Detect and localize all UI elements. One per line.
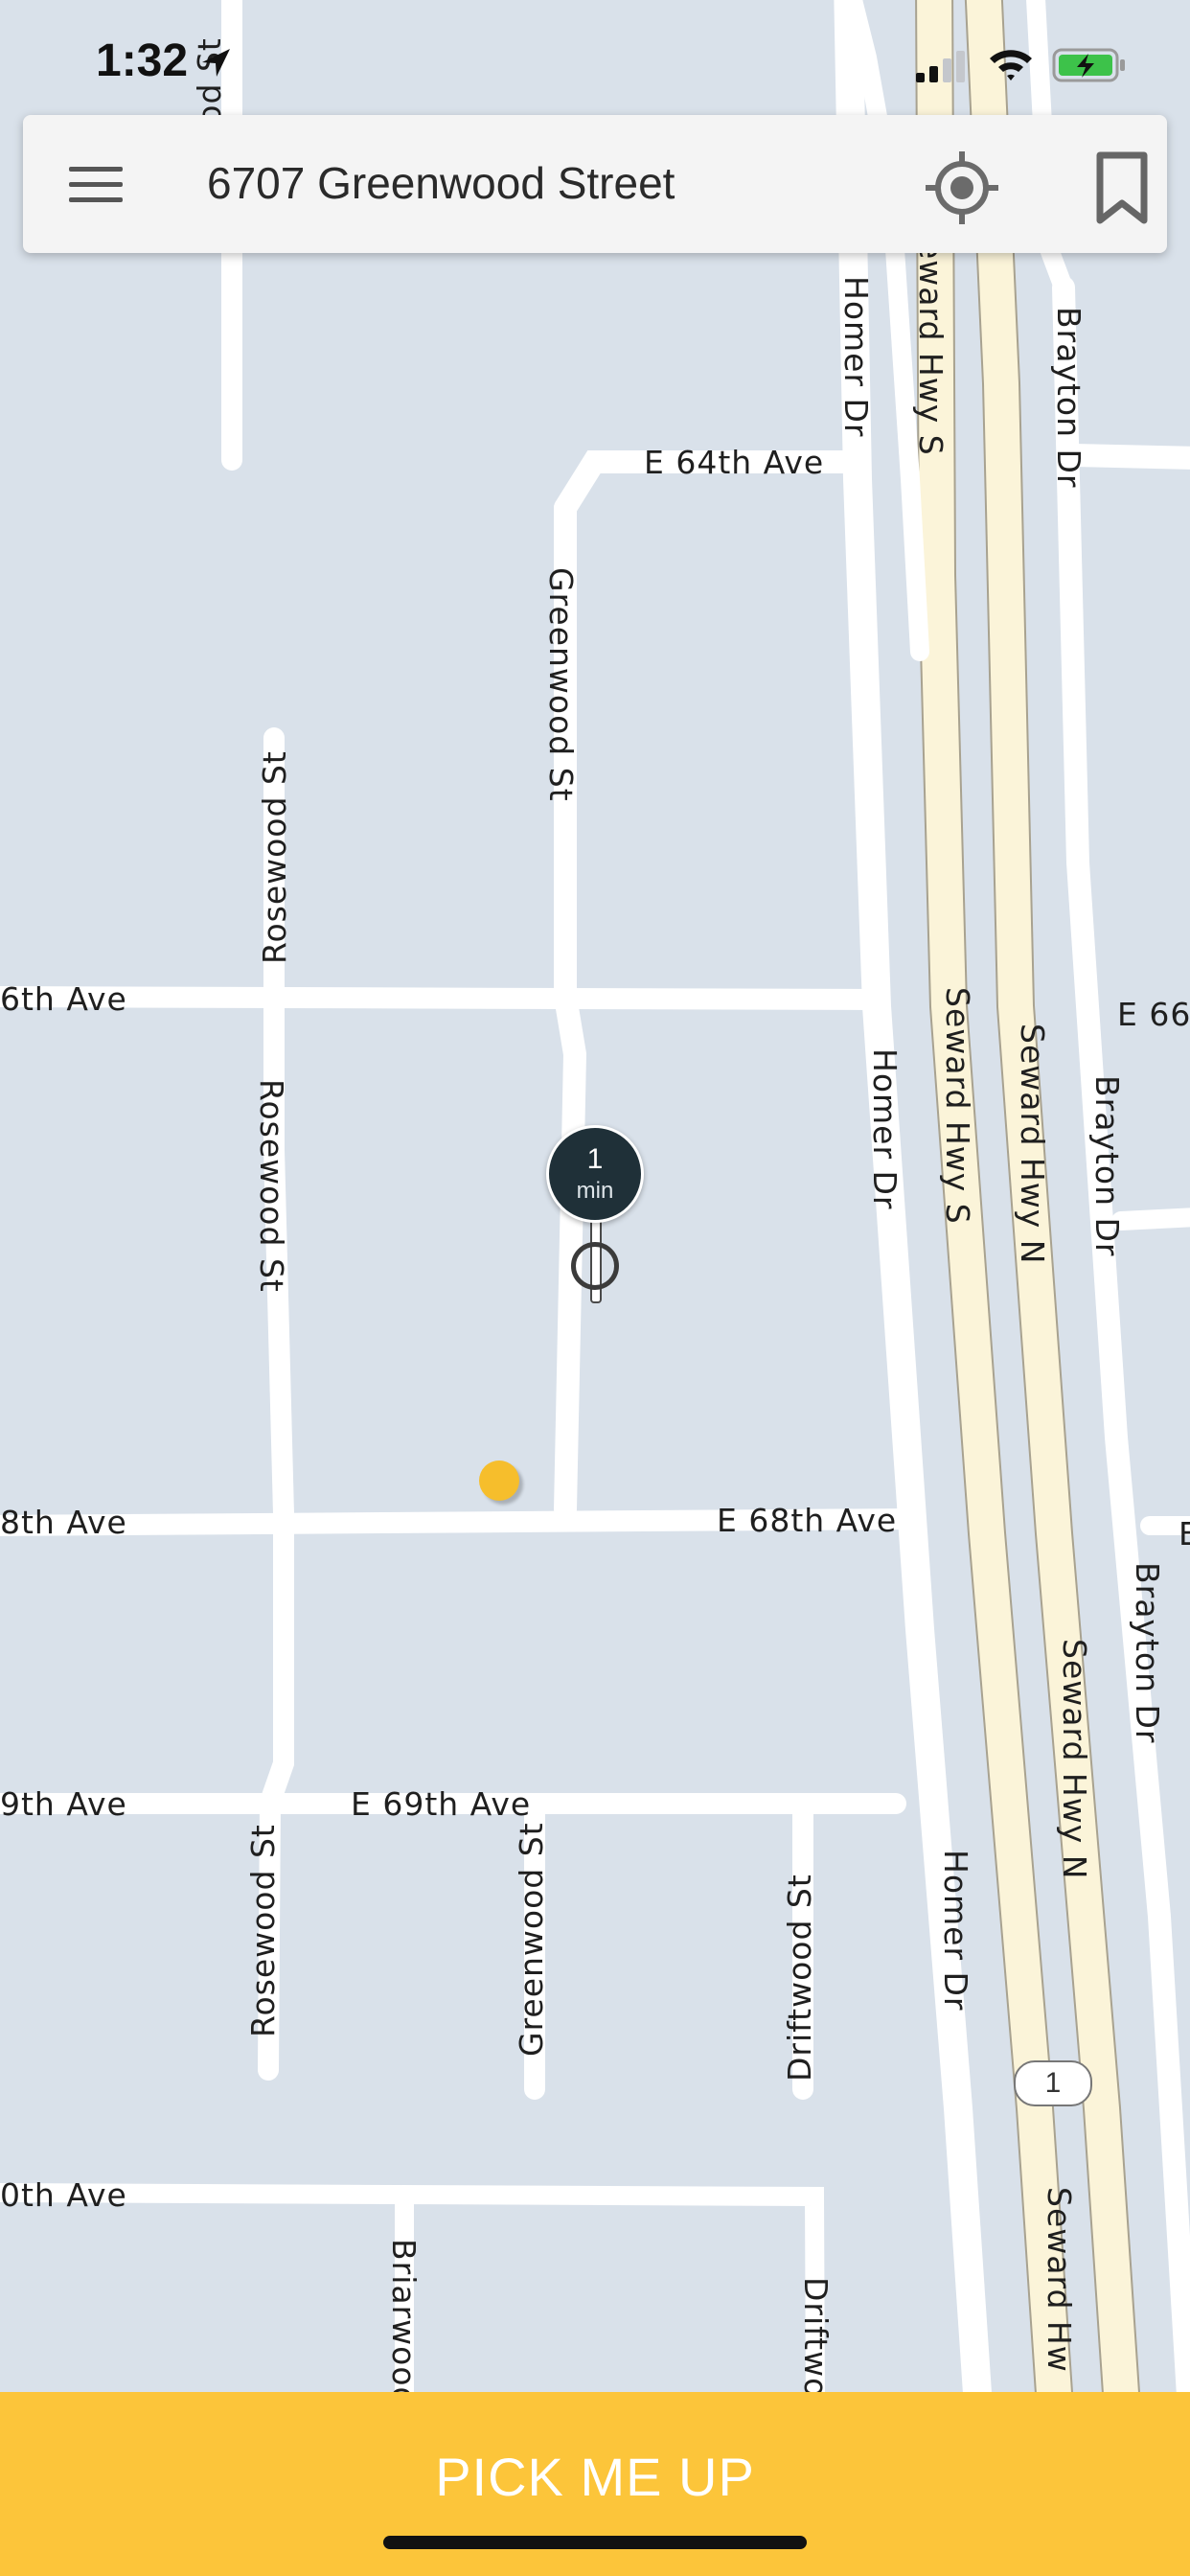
street-label: Brayton Dr bbox=[1129, 1562, 1166, 1743]
street-label: Brayton Dr bbox=[1088, 1075, 1126, 1256]
street-label: Seward Hwy S bbox=[912, 218, 950, 456]
street-label: 6th Ave bbox=[0, 980, 127, 1018]
street-label: Greenwood St bbox=[513, 1822, 550, 2057]
pickup-location-ring bbox=[571, 1242, 619, 1290]
address-bar[interactable]: 6707 Greenwood Street bbox=[23, 115, 1167, 253]
cellular-signal-icon bbox=[916, 51, 965, 82]
pick-me-up-label: PICK ME UP bbox=[435, 2447, 755, 2507]
street-label: 9th Ave bbox=[0, 1785, 127, 1823]
street-label: Driftwo bbox=[797, 2277, 835, 2398]
street-label: Greenwood St bbox=[542, 567, 580, 802]
street-label: Brayton Dr bbox=[1050, 307, 1087, 488]
street-label: E 64th Ave bbox=[644, 444, 824, 481]
status-time: 1:32 bbox=[96, 35, 189, 86]
car-marker bbox=[479, 1460, 519, 1501]
street-label: Seward Hw bbox=[1041, 2187, 1078, 2373]
street-label: Rosewood St bbox=[256, 750, 293, 964]
street-label: E 66t bbox=[1117, 996, 1190, 1033]
eta-bubble: 1 min bbox=[546, 1125, 644, 1223]
bookmark-icon[interactable] bbox=[1088, 150, 1156, 226]
eta-unit: min bbox=[576, 1178, 614, 1204]
location-arrow-icon bbox=[202, 49, 230, 77]
street-label: Briarwood bbox=[385, 2239, 423, 2407]
status-bar: 1:32 bbox=[0, 0, 1190, 115]
street-label: Rosewood St bbox=[253, 1079, 290, 1293]
wifi-icon bbox=[990, 50, 1032, 80]
street-label: Homer Dr bbox=[837, 276, 875, 438]
street-label: 0th Ave bbox=[0, 2176, 127, 2214]
street-label: Rosewood St bbox=[244, 1824, 282, 2037]
route-shield: 1 bbox=[1014, 2060, 1092, 2106]
street-label: Seward Hwy S bbox=[939, 987, 976, 1225]
eta-marker[interactable]: 1 min bbox=[546, 1125, 644, 1223]
street-label: Seward Hwy N bbox=[1056, 1639, 1093, 1879]
street-label: Driftwood St bbox=[781, 1874, 818, 2082]
street-label: E bbox=[1179, 1515, 1190, 1552]
street-label: E 68th Ave bbox=[717, 1502, 897, 1539]
street-label: Homer Dr bbox=[937, 1850, 974, 2012]
address-text[interactable]: 6707 Greenwood Street bbox=[207, 157, 675, 209]
home-indicator bbox=[383, 2536, 807, 2549]
street-label: Seward Hwy N bbox=[1014, 1024, 1051, 1264]
battery-charging-icon bbox=[1052, 48, 1125, 82]
street-label: Homer Dr bbox=[866, 1048, 904, 1210]
street-label: E 69th Ave bbox=[351, 1785, 531, 1823]
eta-value: 1 bbox=[586, 1143, 604, 1175]
hamburger-menu-icon[interactable] bbox=[61, 155, 130, 213]
locate-me-icon[interactable] bbox=[924, 150, 1000, 226]
street-label: 8th Ave bbox=[0, 1504, 127, 1541]
